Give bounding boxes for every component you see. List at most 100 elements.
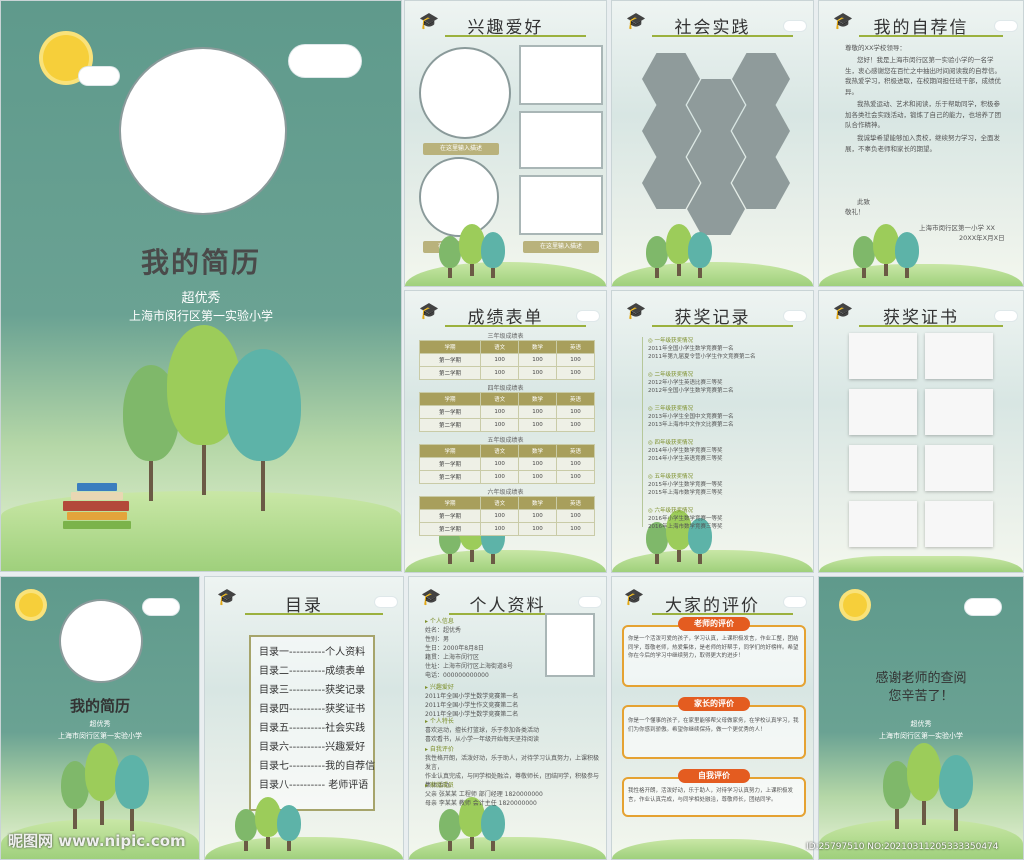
profile-line: 我性格开朗，活泼好动，乐于助人，对待学习认真努力，上课积极发言，: [425, 755, 600, 771]
toc-item[interactable]: 目录一----------个人资料: [259, 643, 365, 662]
profile-line: 母亲 李某某 教师 会计主任 1820000000: [425, 800, 537, 807]
profile-section-heading: ▸ 兴趣爱好: [425, 684, 454, 691]
toc-item[interactable]: 目录五----------社会实践: [259, 719, 365, 738]
grades-page: 🎓 成绩表单 三年级成绩表 学期 语文 数学 英语 第一学期 100 100 100 第二学期 10…: [404, 290, 607, 573]
grade-table: 学期 语文 数学 英语 第一学期 100 100 100 第二学期 100 100 100: [418, 340, 595, 380]
tree-icon: [907, 743, 941, 825]
profile-line: 籍贯：上海市闵行区: [425, 654, 480, 661]
grade-cell: 100: [556, 509, 595, 523]
grade-header-cell: 学期: [418, 392, 482, 406]
list-item: ◎ 六年级获奖情况 2016年小学生数学竞赛一等奖 2016年上海市数学竞赛三等奖: [648, 507, 723, 531]
table-row: 第一学期 100 100 100: [418, 405, 595, 419]
award-line: 2011年全国小学生数学竞赛第一名: [648, 346, 734, 352]
photo-hex-frame: [687, 183, 745, 235]
evaluation-page: 🎓 大家的评价 老师的评价 你是一个活泼可爱的孩子，学习认真，上课积极发言，作业…: [611, 576, 814, 860]
list-item: ◎ 五年级获奖情况 2015年小学生数学竞赛一等奖 2015年上海市数学竞赛三等奖: [648, 473, 723, 497]
cover-page: 我的简历 超优秀 上海市闵行区第一实验小学: [0, 0, 402, 572]
certificate-frame: [849, 445, 917, 491]
sun-icon: [843, 593, 867, 617]
grade-cell: 100: [480, 470, 520, 484]
award-line: 2011年第九届夏令营小学生作文竞赛第二名: [648, 354, 756, 360]
profile-section: ▸ 兴趣爱好 2011年全国小学生数学竞赛第一名 2011年全国小学生作文竞赛第二名…: [425, 683, 601, 719]
grade-cell: 第二学期: [418, 522, 482, 536]
profile-line: 2011年全国小学生作文竞赛第二名: [425, 702, 519, 709]
list-item: ◎ 四年级获奖情况 2014年小学生数学竞赛三等奖 2014年小学生英语竞赛三等奖: [648, 439, 723, 463]
certificate-frame: [849, 333, 917, 379]
profile-line: 电话：000000000000: [425, 672, 489, 679]
profile-line: 姓名：超优秀: [425, 627, 462, 634]
grade-cell: 100: [480, 457, 520, 471]
hobbies-page: 🎓 兴趣爱好 在这里输入描述 在这里输入描述 在这里输入描述: [404, 0, 607, 287]
hobby-photo-frame: [419, 47, 511, 139]
books-icon: [63, 483, 133, 530]
table-row: 第二学期 100 100 100: [418, 366, 595, 380]
profile-line: 父亲 张某某 工程师 部门经理 1820000000: [425, 791, 543, 798]
table-row: 第一学期 100 100 100: [418, 509, 595, 523]
profile-line: 性别：男: [425, 636, 450, 643]
grade-cell: 100: [518, 353, 558, 367]
certificate-frame: [925, 333, 993, 379]
watermark-logo: 昵图网 www.nipic.com: [8, 832, 186, 850]
profile-section-heading: ▸ 家庭成员: [425, 782, 454, 789]
grade-cell: 100: [518, 418, 558, 432]
tree-icon: [646, 236, 668, 278]
grade-header-cell: 语文: [480, 392, 520, 406]
grade-header-cell: 数学: [518, 496, 558, 510]
grade-header-cell: 语文: [480, 340, 520, 354]
award-line: 2016年小学生数学竞赛一等奖: [648, 516, 723, 522]
award-year-heading: ◎ 一年级获奖情况: [648, 338, 694, 344]
toc-list: 目录一----------个人资料 目录二----------成绩表单 目录三-…: [249, 635, 375, 811]
tree-icon: [853, 236, 875, 278]
toc-item[interactable]: 目录三----------获奖记录: [259, 681, 365, 700]
award-year-heading: ◎ 四年级获奖情况: [648, 440, 694, 446]
grade-cell: 100: [556, 405, 595, 419]
table-row: 第一学期 100 100 100: [418, 457, 595, 471]
grade-header-cell: 英语: [556, 340, 595, 354]
profile-section: ▸ 家庭成员父亲 张某某 工程师 部门经理 1820000000 母亲 李某某 教…: [425, 781, 601, 808]
photo-hex-frame: [687, 131, 745, 183]
tree-icon: [895, 232, 919, 278]
letter-closing: 此致: [857, 198, 870, 206]
letter-closing: 敬礼！: [845, 208, 865, 216]
certs-page: 🎓 获奖证书: [818, 290, 1024, 573]
cloud-icon: [289, 45, 361, 77]
grade-cell: 100: [518, 470, 558, 484]
letter-signature: 上海市闵行区第一小学 XX: [919, 224, 995, 232]
award-line: 2012年全国小学生数学竞赛第二名: [648, 388, 734, 394]
profile-section-heading: ▸ 个人特长: [425, 718, 454, 725]
grade-cell: 第一学期: [418, 405, 482, 419]
parent-evaluation-tag: 家长的评价: [678, 697, 750, 711]
photo-hex-frame: [642, 157, 700, 209]
profile-line: 喜欢运动，擅长打篮球，乐于参加各类活动: [425, 727, 540, 734]
toc-item[interactable]: 目录七----------我的自荐信: [259, 757, 375, 776]
grade-cell: 第一学期: [418, 353, 482, 367]
letter-date: 20XX年X月X日: [959, 234, 1005, 242]
toc-item[interactable]: 目录二----------成绩表单: [259, 662, 365, 681]
cover-photo-frame: [119, 47, 287, 215]
photo-hex-frame: [732, 157, 790, 209]
grade-cell: 100: [518, 509, 558, 523]
cover2-title: 我的简历: [69, 697, 130, 715]
award-line: 2014年小学生英语竞赛三等奖: [648, 456, 723, 462]
hobby-label: 在这里输入描述: [523, 241, 599, 253]
grade-header-cell: 语文: [480, 496, 520, 510]
cover-title: 我的简历: [140, 246, 261, 279]
grade-table-title: 五年级成绩表: [487, 437, 524, 444]
grade-cell: 100: [480, 418, 520, 432]
teacher-evaluation-text: 你是一个活泼可爱的孩子，学习认真，上课积极发言，作业工整，团结同学，尊敬老师，热…: [628, 636, 799, 659]
letter-paragraph: 我热爱运动、艺术和阅读，乐于帮助同学，积极参加各类社会实践活动，锻炼了自己的能力…: [845, 100, 1001, 129]
list-item: ◎ 一年级获奖情况 2011年全国小学生数学竞赛第一名 2011年第九届夏令营小学生…: [648, 337, 756, 361]
tree-icon: [439, 809, 461, 851]
list-item: ◎ 二年级获奖情况 2012年小学生英语比赛三等奖 2012年全国小学生数学竞赛第二…: [648, 371, 734, 395]
toc-item[interactable]: 目录四----------获奖证书: [259, 700, 365, 719]
tree-icon: [225, 349, 301, 511]
grade-cell: 第二学期: [418, 366, 482, 380]
award-line: 2012年小学生英语比赛三等奖: [648, 380, 723, 386]
tree-icon: [115, 755, 149, 831]
grade-table-title: 四年级成绩表: [487, 385, 524, 392]
grade-header-cell: 学期: [418, 444, 482, 458]
grade-table: 学期 语文 数学 英语 第一学期 100 100 100 第二学期 100 100 100: [418, 392, 595, 432]
toc-item[interactable]: 目录六----------兴趣爱好: [259, 738, 365, 757]
grade-header-cell: 数学: [518, 340, 558, 354]
toc-item[interactable]: 目录八---------- 老师评语: [259, 776, 368, 795]
